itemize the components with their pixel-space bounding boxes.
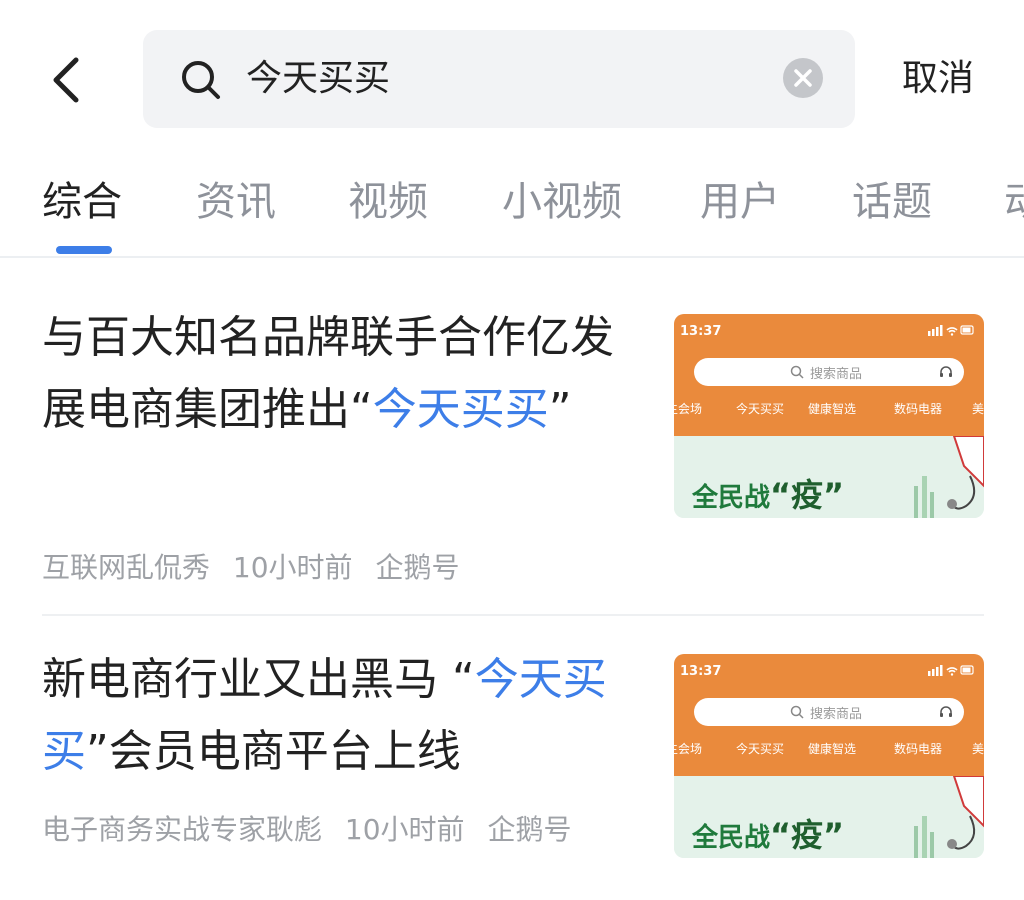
news-result-2[interactable]: 新电商行业又出黑马 “今天买买”会员电商平台上线 电子商务实战专家耿彪 10小时… xyxy=(42,644,984,864)
tab-users[interactable]: 用户 xyxy=(700,172,780,232)
status-bar-icons xyxy=(928,664,976,679)
tab-all[interactable]: 综合 xyxy=(42,172,122,232)
tab-more[interactable]: 动 xyxy=(1004,172,1024,232)
tab-video[interactable]: 视频 xyxy=(348,172,428,232)
search-query[interactable]: 今天买买 xyxy=(246,52,390,106)
search-input[interactable]: 今天买买 xyxy=(143,30,855,128)
status-bar-icons xyxy=(928,324,976,339)
tab-topics[interactable]: 话题 xyxy=(852,172,932,232)
result-title[interactable]: 新电商行业又出黑马 “今天买买”会员电商平台上线 xyxy=(42,644,632,788)
result-divider xyxy=(42,614,984,616)
thumb-nav: 主会场 今天买买 健康智选 数码电器 美 xyxy=(674,402,984,416)
chevron-left-icon xyxy=(53,57,79,103)
thumb-slogan: 全民战“疫” xyxy=(692,476,845,514)
stethoscope-illustration xyxy=(914,776,984,858)
thumb-search-bar: 搜索商品 xyxy=(694,698,964,726)
back-button[interactable] xyxy=(40,50,96,110)
result-thumbnail[interactable]: 13:37 搜索商品 主会场 今天买买 健康智选 xyxy=(674,314,984,518)
result-thumbnail[interactable]: 13:37 搜索商品 主会场 今天买买 健康智选 xyxy=(674,654,984,858)
news-result-1[interactable]: 与百大知名品牌联手合作亿发展电商集团推出“今天买买” 互联网乱侃秀 10小时前 … xyxy=(42,302,984,602)
result-source: 企鹅号 xyxy=(375,551,460,584)
thumb-nav: 主会场 今天买买 健康智选 数码电器 美 xyxy=(674,742,984,756)
result-time: 10小时前 xyxy=(344,813,465,846)
search-icon xyxy=(182,61,220,99)
result-meta: 电子商务实战专家耿彪 10小时前 企鹅号 xyxy=(42,810,585,850)
search-icon xyxy=(790,705,804,719)
result-title[interactable]: 与百大知名品牌联手合作亿发展电商集团推出“今天买买” xyxy=(42,302,632,446)
active-tab-indicator xyxy=(56,246,112,254)
clear-icon[interactable] xyxy=(783,58,823,98)
tab-news[interactable]: 资讯 xyxy=(196,172,276,232)
result-author: 互联网乱侃秀 xyxy=(42,551,211,584)
cancel-button[interactable]: 取消 xyxy=(902,52,974,106)
category-tabs: 综合 资讯 视频 小视频 用户 话题 动 xyxy=(0,160,1024,258)
result-meta: 互联网乱侃秀 10小时前 企鹅号 xyxy=(42,548,473,588)
thumb-slogan: 全民战“疫” xyxy=(692,816,845,854)
result-source: 企鹅号 xyxy=(487,813,572,846)
stethoscope-illustration xyxy=(914,436,984,518)
result-time: 10小时前 xyxy=(232,551,353,584)
headset-icon xyxy=(940,366,952,377)
thumb-search-bar: 搜索商品 xyxy=(694,358,964,386)
tab-short-video[interactable]: 小视频 xyxy=(502,172,622,232)
search-icon xyxy=(790,365,804,379)
headset-icon xyxy=(940,706,952,717)
result-author: 电子商务实战专家耿彪 xyxy=(42,813,323,846)
search-header: 今天买买 取消 xyxy=(0,0,1024,150)
